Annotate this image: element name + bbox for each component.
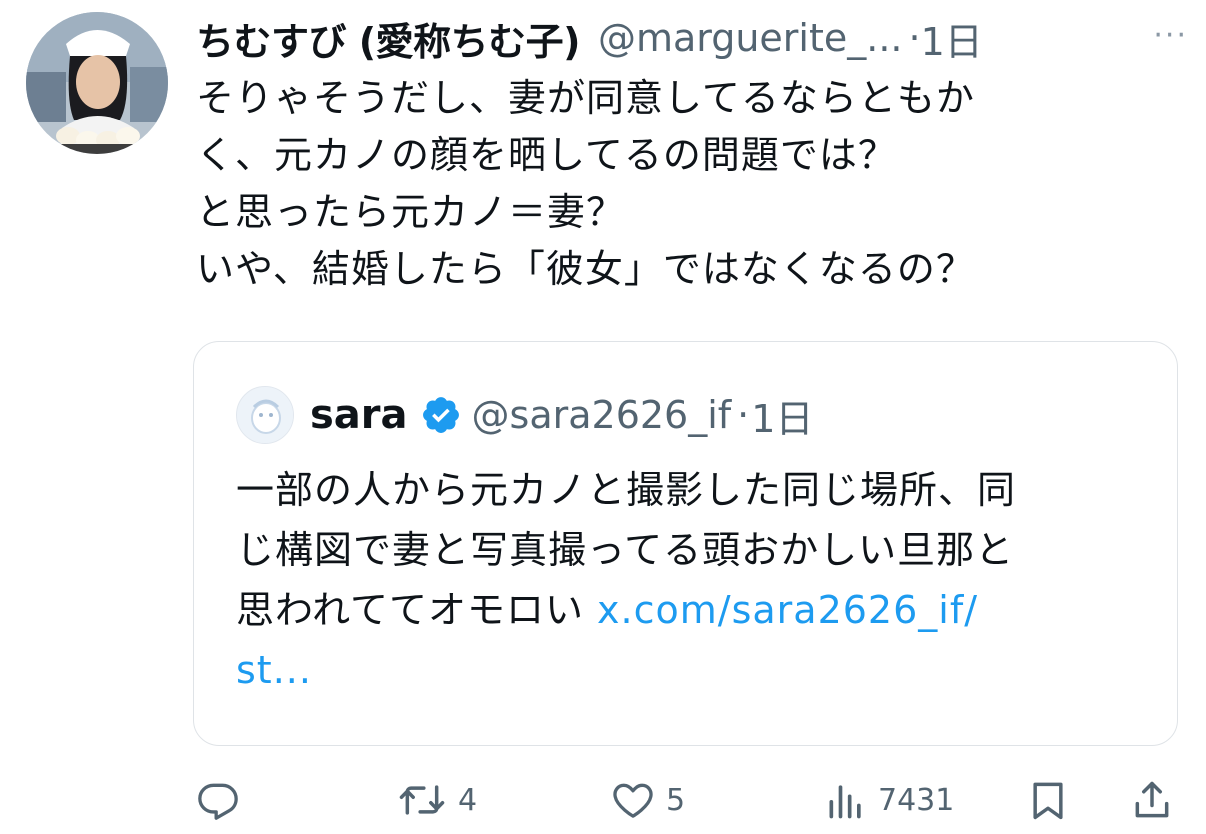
tweet-header: ちむすび (愛称ちむ子) @marguerite_... · 1日 <box>196 10 1196 66</box>
share-icon <box>1135 781 1169 818</box>
quote-user-handle[interactable]: @sara2626_if <box>472 393 732 437</box>
quote-display-name[interactable]: sara <box>310 392 408 438</box>
views-icon <box>829 785 861 819</box>
tweet-line: く、元カノの顔を晒してるの問題では？ <box>196 133 897 177</box>
views-count: 7431 <box>878 782 955 818</box>
retweet-count: 4 <box>458 782 478 818</box>
reply-button[interactable] <box>196 770 240 830</box>
display-name[interactable]: ちむすび (愛称ちむ子) <box>196 11 580 66</box>
tweet-action-bar: 4 5 7431 <box>196 770 1186 830</box>
quote-line: 一部の人から元カノと撮影した同じ場所、同 <box>236 468 1017 512</box>
share-button[interactable] <box>1130 770 1174 830</box>
quote-separator-dot: · <box>737 393 750 437</box>
reply-icon <box>198 783 238 820</box>
quote-avatar-image <box>237 387 293 443</box>
tweet-text: そりゃそうだし、妻が同意してるならともか く、元カノの顔を晒してるの問題では？ … <box>196 70 1156 298</box>
tweet-line: と思ったら元カノ＝妻？ <box>196 190 626 234</box>
more-options-icon[interactable]: ··· <box>1153 18 1188 53</box>
like-button[interactable]: 5 <box>610 770 685 830</box>
quote-tweet-card[interactable]: sara @sara2626_if · 1日 一部の人から元カノと撮影した同じ場… <box>193 341 1178 746</box>
quote-line: st... <box>236 640 1156 700</box>
quote-line: じ構図で妻と写真撮ってる頭おかしい旦那と <box>236 528 1015 572</box>
tweet-line: いや、結婚したら「彼女」ではなくなるの？ <box>196 247 975 291</box>
quote-header: sara @sara2626_if · 1日 <box>236 384 813 446</box>
avatar[interactable] <box>26 12 168 154</box>
heart-icon <box>613 783 653 818</box>
avatar-image <box>26 12 168 154</box>
tweet-line: そりゃそうだし、妻が同意してるならともか <box>196 76 975 120</box>
timestamp[interactable]: 1日 <box>921 11 983 66</box>
user-handle[interactable]: @marguerite_... <box>598 16 903 60</box>
views-button[interactable]: 7431 <box>824 770 954 830</box>
separator-dot: · <box>908 16 921 60</box>
verified-badge-icon <box>422 397 459 433</box>
retweet-icon <box>399 785 445 815</box>
quote-line: 思われててオモロい x.com/sara2626_if/ <box>236 580 1156 640</box>
quote-link-continued[interactable]: st... <box>236 648 312 692</box>
bookmark-button[interactable] <box>1026 770 1070 830</box>
retweet-button[interactable]: 4 <box>396 770 477 830</box>
quote-timestamp[interactable]: 1日 <box>751 388 813 443</box>
quote-avatar[interactable] <box>236 386 294 444</box>
like-count: 5 <box>666 782 686 818</box>
quote-line-text: 思われててオモロい <box>236 588 598 632</box>
quote-text: 一部の人から元カノと撮影した同じ場所、同 じ構図で妻と写真撮ってる頭おかしい旦那… <box>236 460 1156 700</box>
quote-link[interactable]: x.com/sara2626_if/ <box>597 588 978 632</box>
bookmark-icon <box>1033 782 1063 820</box>
